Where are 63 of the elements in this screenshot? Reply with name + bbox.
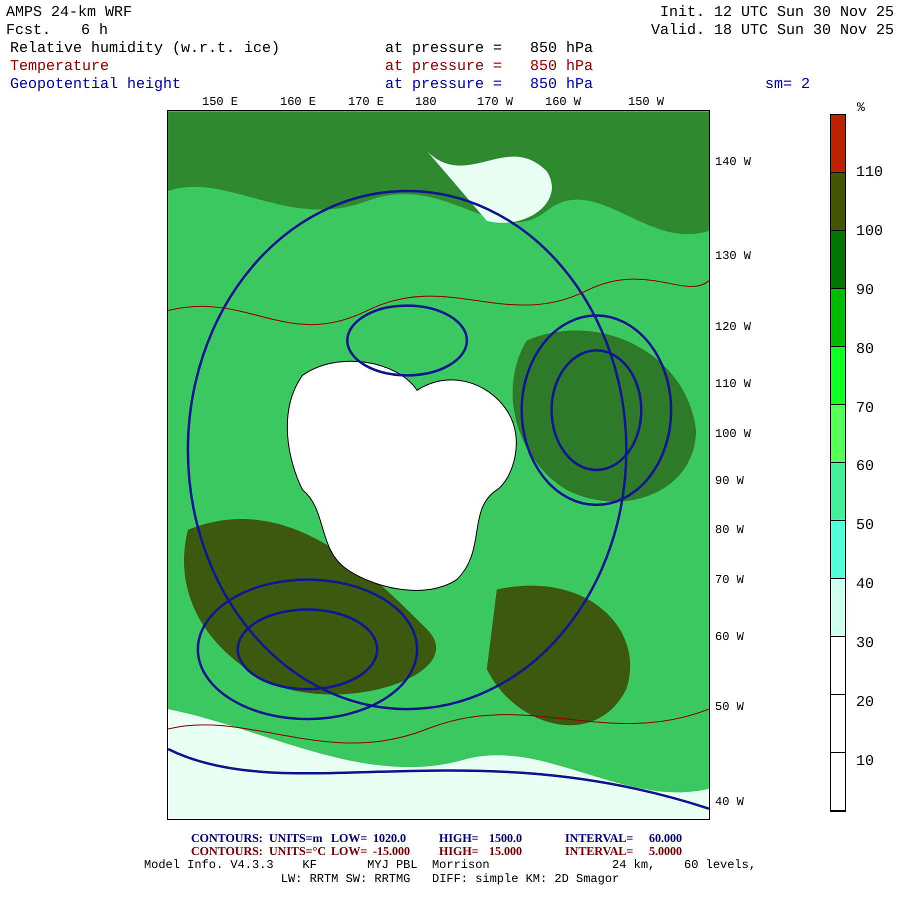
contour-info: 1500.0 [489,832,523,845]
tick-label: 60 [856,458,874,476]
contour-info: -15.000 [373,845,411,858]
longitude-label: 150 E [202,94,238,110]
model-info: LW: RRTM SW: RRTMG DIFF: simple KM: 2D Smagor [280,872,620,886]
unit-label: % [857,102,866,114]
tick-label: 80 [856,340,874,359]
contour-info: INTERVAL= [565,832,634,845]
longitude-label: 160 W [545,94,582,110]
level-label: at pressure = [385,40,504,58]
longitude-label: 120 W [715,319,752,336]
level-label: at pressure = [385,76,504,94]
tick-label: 90 [856,282,874,300]
contour-info: 15.000 [489,845,523,858]
field-name: Relative humidity (w.r.t. ice) [10,40,282,58]
model-info: Model Info. V4.3.3 KF MYJ PBL Morrison 24 km, 60 levels, [144,858,756,872]
tick-label: 30 [856,635,874,654]
smoothing-label: sm= 2 [765,76,810,94]
tick-label: 20 [856,694,874,712]
model-title: AMPS 24-km WRF [6,4,132,22]
longitude-label: 180 [415,94,437,110]
contour-info: 5.0000 [649,845,683,858]
longitude-label: 60 W [715,629,744,646]
longitude-label: 170 W [477,94,514,110]
valid-time: Valid. 18 UTC Sun 30 Nov 25 [650,22,894,40]
tick-label: 10 [856,752,874,771]
contour-info: INTERVAL= [565,845,634,858]
contour-info: HIGH= [439,832,480,845]
longitude-label: 150 W [628,94,664,110]
level-value: 850 hPa [530,40,594,58]
forecast-hour: 6 h [81,22,108,40]
tick-label: 50 [856,517,874,536]
longitude-label: 50 W [715,699,744,716]
longitude-label: 90 W [715,473,744,490]
level-value: 850 hPa [530,76,594,94]
contour-info: LOW= [331,845,368,858]
contour-info: CONTOURS: [191,845,264,858]
longitude-label: 70 W [715,572,744,589]
contour-info: CONTOURS: [191,832,264,845]
longitude-label: 100 W [715,426,752,443]
contour-info: UNITS=°C [269,845,327,858]
contour-info: UNITS=m [269,832,324,845]
init-time: Init. 12 UTC Sun 30 Nov 25 [660,4,894,22]
longitude-label: 160 E [280,94,316,110]
longitude-label: 110 W [715,376,752,393]
level-value: 850 hPa [530,58,594,76]
tick-label: 70 [856,400,874,418]
longitude-label: 80 W [715,522,744,539]
tick-label: 110 [856,164,884,182]
longitude-label: 140 W [715,154,752,171]
contour-info: LOW= [331,832,368,845]
contour-info: 60.000 [649,832,683,845]
longitude-label: 170 E [348,94,384,110]
level-label: at pressure = [385,58,504,76]
field-name: Geopotential height [10,76,182,94]
longitude-label: 130 W [715,248,752,265]
field-name: Temperature [10,58,110,76]
tick-label: 100 [856,222,884,241]
tick-label: 40 [856,576,874,594]
longitude-label: 40 W [715,794,744,811]
contour-info: HIGH= [439,845,480,858]
forecast-label: Fcst. [6,22,52,40]
contour-info: 1020.0 [373,832,407,845]
